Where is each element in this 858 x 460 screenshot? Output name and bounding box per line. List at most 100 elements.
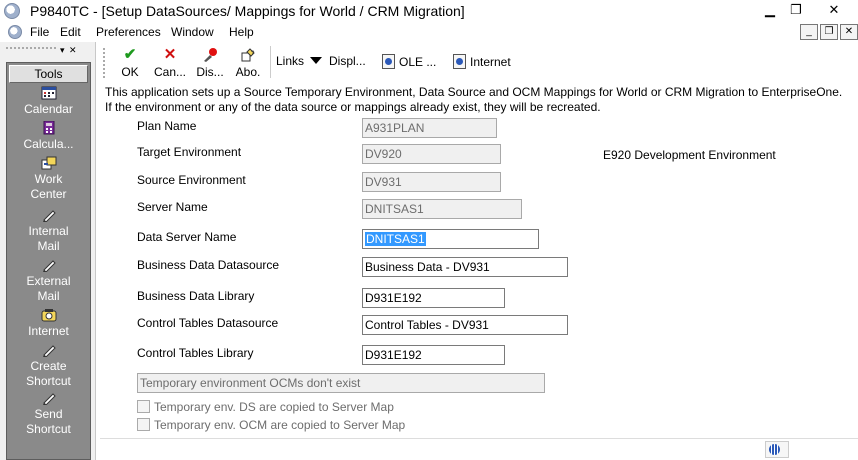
control-tables-datasource-label: Control Tables Datasource — [137, 316, 279, 330]
tool-send-shortcut[interactable]: Send Shortcut — [7, 391, 90, 437]
display-label: Displ... — [329, 54, 366, 68]
internet-exit-icon — [453, 54, 466, 69]
business-data-datasource-label: Business Data Datasource — [137, 258, 280, 272]
links-button[interactable]: Links — [276, 54, 323, 68]
instructions-line-1: This application sets up a Source Tempor… — [105, 85, 843, 99]
links-label: Links — [276, 54, 305, 68]
tool-label: Send — [34, 407, 63, 421]
source-environment-field: DV931 — [362, 172, 501, 192]
ocm-copied-checkbox — [137, 418, 150, 431]
tool-label: Shortcut — [26, 422, 71, 436]
display-errors-icon — [204, 48, 217, 62]
menu-help[interactable]: Help — [229, 25, 254, 39]
cancel-x-icon: ✕ — [163, 46, 177, 63]
dropdown-arrow-icon — [310, 57, 323, 64]
system-menu-icon[interactable] — [8, 25, 22, 39]
tool-label: Work — [34, 172, 63, 186]
control-tables-datasource-field[interactable]: Control Tables - DV931 — [362, 315, 568, 335]
network-status-icon — [765, 441, 789, 458]
ds-copied-checkbox — [137, 400, 150, 413]
tool-label: Center — [30, 187, 67, 201]
tool-create-shortcut[interactable]: Create Shortcut — [7, 343, 90, 389]
about-icon: ? — [241, 48, 255, 62]
external-mail-icon — [42, 260, 56, 272]
tools-pane: ▾ ✕ Tools Calendar Calcula... Work Cente… — [0, 42, 96, 460]
internet-icon — [41, 309, 56, 322]
pane-controls[interactable]: ▾ ✕ — [60, 45, 78, 56]
target-environment-label: Target Environment — [137, 145, 242, 159]
ocm-copied-label: Temporary env. OCM are copied to Server … — [154, 418, 406, 432]
checkmark-icon: ✔ — [123, 46, 137, 63]
calendar-icon — [41, 86, 56, 100]
target-environment-field: DV920 — [362, 144, 501, 164]
form-toolbar: ✔ OK ✕ Can... Dis... ? Abo. Links Displ.… — [100, 42, 858, 82]
tool-calculator[interactable]: Calcula... — [7, 121, 90, 152]
server-name-label: Server Name — [137, 200, 208, 214]
tool-work-center[interactable]: Work Center — [7, 156, 90, 202]
internet-label: Internet — [470, 55, 511, 69]
data-server-name-label: Data Server Name — [137, 230, 237, 244]
minimize-button[interactable]: ▁ — [757, 1, 783, 19]
menu-window[interactable]: Window — [171, 25, 214, 39]
ocm-copied-checkbox-row: Temporary env. OCM are copied to Server … — [137, 418, 405, 432]
about-label: Abo. — [235, 65, 261, 79]
ok-button[interactable]: ✔ OK — [108, 46, 152, 80]
cancel-label: Can... — [153, 65, 186, 79]
svg-text:?: ? — [251, 51, 255, 57]
child-close-button[interactable]: ✕ — [840, 24, 858, 40]
work-center-icon — [41, 156, 56, 170]
restore-button[interactable]: ❐ — [783, 1, 809, 19]
business-data-library-field[interactable]: D931E192 — [362, 288, 505, 308]
source-environment-label: Source Environment — [137, 173, 246, 187]
temporary-environment-status: Temporary environment OCMs don't exist — [137, 373, 545, 393]
target-environment-description: E920 Development Environment — [603, 148, 776, 162]
ole-label: OLE ... — [399, 55, 437, 69]
business-data-library-label: Business Data Library — [137, 289, 255, 303]
toolbar-separator — [270, 46, 271, 78]
tool-label: Calcula... — [23, 137, 74, 151]
about-button[interactable]: ? Abo. — [226, 47, 270, 79]
child-restore-button[interactable]: ❐ — [820, 24, 838, 40]
plan-name-field: A931PLAN — [362, 118, 497, 138]
cancel-button[interactable]: ✕ Can... — [148, 46, 192, 80]
title-bar: P9840TC - [Setup DataSources/ Mappings f… — [0, 0, 858, 22]
pane-grip[interactable] — [6, 47, 56, 53]
instructions-text: This application sets up a Source Tempor… — [105, 85, 842, 115]
tool-label: Shortcut — [26, 374, 71, 388]
internet-button[interactable]: Internet — [453, 54, 511, 69]
calculator-icon — [43, 121, 54, 135]
tool-label: External — [26, 274, 71, 288]
display-button[interactable]: Displ... — [329, 54, 366, 68]
menu-edit[interactable]: Edit — [60, 25, 81, 39]
tool-internet[interactable]: Internet — [7, 308, 90, 339]
toolbar-grip[interactable] — [103, 48, 106, 78]
tool-label: Internet — [28, 324, 69, 338]
ole-button[interactable]: OLE ... — [382, 54, 436, 69]
child-minimize-button[interactable]: _ — [800, 24, 818, 40]
window-title: P9840TC - [Setup DataSources/ Mappings f… — [30, 3, 465, 19]
tool-label: Mail — [37, 239, 60, 253]
close-button[interactable]: ✕ — [819, 1, 849, 19]
selected-text: DNITSAS1 — [365, 232, 426, 246]
tool-calendar[interactable]: Calendar — [7, 86, 90, 117]
menu-file[interactable]: File — [30, 25, 49, 39]
tool-internal-mail[interactable]: Internal Mail — [7, 208, 90, 254]
instructions-line-2: If the environment or any of the data so… — [105, 100, 601, 114]
data-server-name-field[interactable]: DNITSAS1 — [362, 229, 539, 249]
business-data-datasource-field[interactable]: Business Data - DV931 — [362, 257, 568, 277]
tool-external-mail[interactable]: External Mail — [7, 258, 90, 304]
tools-panel: Tools Calendar Calcula... Work Center In… — [6, 62, 91, 460]
control-tables-library-label: Control Tables Library — [137, 346, 254, 360]
send-shortcut-icon — [42, 393, 56, 405]
tools-header[interactable]: Tools — [9, 65, 88, 83]
tool-label: Create — [30, 359, 67, 373]
menu-preferences[interactable]: Preferences — [96, 25, 161, 39]
server-name-field: DNITSAS1 — [362, 199, 522, 219]
status-bar — [100, 438, 858, 460]
ds-copied-checkbox-row: Temporary env. DS are copied to Server M… — [137, 400, 394, 414]
plan-name-label: Plan Name — [137, 119, 197, 133]
app-icon — [4, 3, 20, 19]
display-errors-label: Dis... — [196, 65, 224, 79]
control-tables-library-field[interactable]: D931E192 — [362, 345, 505, 365]
ds-copied-label: Temporary env. DS are copied to Server M… — [154, 400, 394, 414]
